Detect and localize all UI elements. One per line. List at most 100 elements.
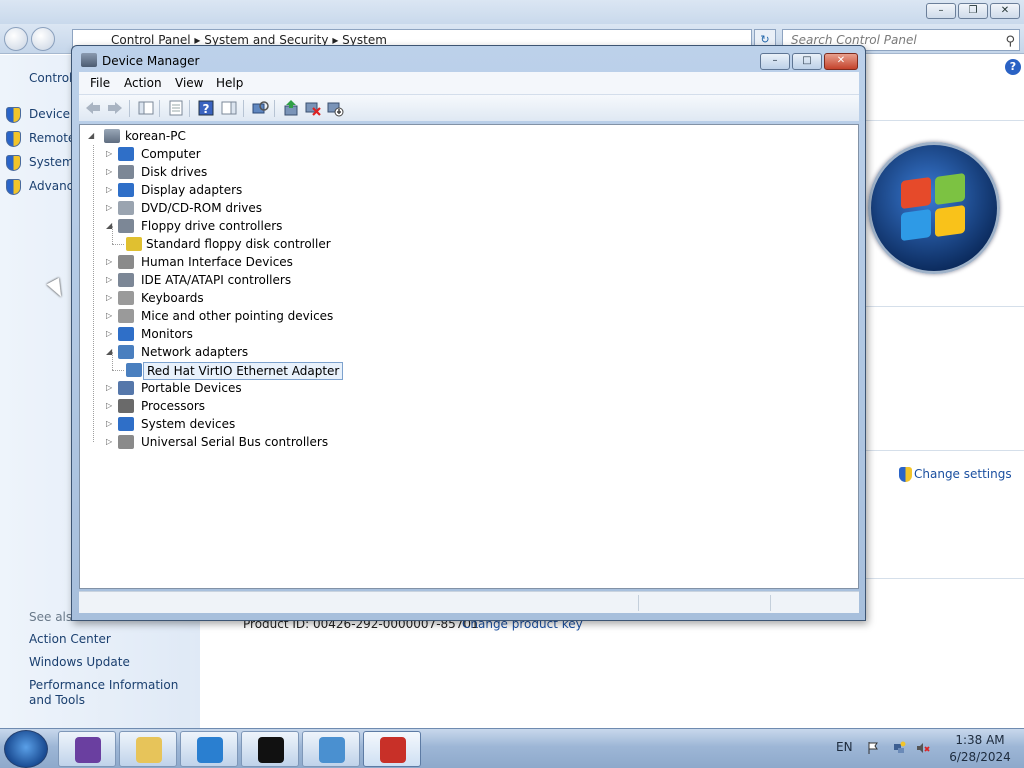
device-icon: [118, 219, 134, 233]
action-center-link[interactable]: Action Center: [29, 632, 111, 647]
toolbar: ?: [79, 94, 859, 121]
advanced-settings-link[interactable]: Advanc: [29, 179, 73, 193]
menu-help[interactable]: Help: [216, 76, 243, 90]
uninstall-device-icon[interactable]: [304, 99, 322, 117]
toolbar-separator: [189, 100, 190, 117]
tree-item-label: Keyboards: [141, 291, 204, 305]
disable-device-icon[interactable]: [326, 99, 344, 117]
window-title: Device Manager: [102, 54, 200, 68]
tree-item-label: Computer: [141, 147, 201, 161]
tree-item-label: Floppy drive controllers: [141, 219, 283, 233]
device-icon: [118, 399, 134, 413]
device-icon: [118, 309, 134, 323]
expand-arrow-icon[interactable]: ▷: [106, 307, 115, 325]
cp-close-button[interactable]: ✕: [990, 3, 1020, 19]
menu-bar: File Action View Help: [79, 72, 859, 94]
toolbox-icon: [380, 737, 406, 763]
device-icon: [126, 237, 142, 251]
forward-button[interactable]: [31, 27, 55, 51]
volume-muted-icon[interactable]: [916, 741, 930, 755]
device-icon: [118, 345, 134, 359]
tree-item-label: Red Hat VirtIO Ethernet Adapter: [143, 362, 344, 380]
cp-restore-button[interactable]: ❐: [958, 3, 988, 19]
action-pane-icon[interactable]: [220, 99, 238, 117]
system-protection-link[interactable]: System: [29, 155, 74, 169]
expand-arrow-icon[interactable]: ▷: [106, 271, 115, 289]
menu-view[interactable]: View: [175, 76, 203, 90]
show-hide-console-tree-icon[interactable]: [137, 99, 155, 117]
device-icon: [118, 417, 134, 431]
taskbar-button[interactable]: [180, 731, 238, 767]
taskbar-button[interactable]: [119, 731, 177, 767]
start-button[interactable]: [4, 730, 48, 768]
expand-arrow-icon[interactable]: ▷: [106, 181, 115, 199]
help-icon[interactable]: ?: [197, 99, 215, 117]
windows-update-link[interactable]: Windows Update: [29, 655, 130, 670]
toolbar-separator: [129, 100, 130, 117]
collapse-arrow-icon[interactable]: ◢: [88, 127, 97, 145]
action-center-flag-icon[interactable]: [866, 741, 880, 755]
performance-info-link[interactable]: Performance Information and Tools: [29, 678, 194, 708]
remote-settings-link[interactable]: Remote: [29, 131, 75, 145]
search-icon[interactable]: ⚲: [1005, 32, 1015, 52]
device-icon: [118, 273, 134, 287]
taskbar-button[interactable]: [363, 731, 421, 767]
clock-date[interactable]: 6/28/2024: [940, 750, 1020, 764]
control-panel-titlebar: – ❐ ✕: [0, 0, 1024, 24]
cp-minimize-button[interactable]: –: [926, 3, 956, 19]
scan-hardware-changes-icon[interactable]: [251, 99, 269, 117]
expand-arrow-icon[interactable]: ▷: [106, 253, 115, 271]
help-icon[interactable]: ?: [1005, 59, 1021, 75]
device-icon: [118, 255, 134, 269]
tree-item-label: System devices: [141, 417, 236, 431]
shield-icon: [899, 467, 912, 482]
expand-arrow-icon[interactable]: ▷: [106, 145, 115, 163]
taskbar-button[interactable]: [302, 731, 360, 767]
shield-icon: [6, 131, 21, 147]
collapse-arrow-icon[interactable]: ◢: [106, 217, 115, 235]
close-button[interactable]: ✕: [824, 53, 858, 70]
tree-item-label: Network adapters: [141, 345, 249, 359]
taskbar-button[interactable]: [58, 731, 116, 767]
status-separator: [770, 595, 771, 611]
device-icon: [118, 327, 134, 341]
tree-item-label: DVD/CD-ROM drives: [141, 201, 263, 215]
clock-time[interactable]: 1:38 AM: [940, 733, 1020, 747]
expand-arrow-icon[interactable]: ▷: [106, 289, 115, 307]
back-button[interactable]: [4, 27, 28, 51]
logo-flag-yellow: [935, 204, 965, 238]
maximize-button[interactable]: □: [792, 53, 822, 70]
collapse-arrow-icon[interactable]: ◢: [106, 343, 115, 361]
shield-icon: [6, 155, 21, 171]
menu-file[interactable]: File: [90, 76, 110, 90]
taskbar-button[interactable]: [241, 731, 299, 767]
expand-arrow-icon[interactable]: ▷: [106, 199, 115, 217]
menu-action[interactable]: Action: [124, 76, 162, 90]
minimize-button[interactable]: –: [760, 53, 790, 70]
status-separator: [638, 595, 639, 611]
expand-arrow-icon[interactable]: ▷: [106, 163, 115, 181]
update-driver-icon[interactable]: [282, 99, 300, 117]
internet-explorer-icon: [197, 737, 223, 763]
shield-icon: [6, 107, 21, 123]
tree-item-label: Processors: [141, 399, 206, 413]
toolbar-separator: [159, 100, 160, 117]
expand-arrow-icon[interactable]: ▷: [106, 379, 115, 397]
left-pane-title[interactable]: Control: [29, 71, 72, 85]
expand-arrow-icon[interactable]: ▷: [106, 415, 115, 433]
expand-arrow-icon[interactable]: ▷: [106, 397, 115, 415]
back-arrow-icon[interactable]: [84, 99, 102, 117]
language-indicator[interactable]: EN: [836, 740, 853, 754]
network-icon[interactable]: [892, 741, 906, 755]
expand-arrow-icon[interactable]: ▷: [106, 325, 115, 343]
expand-arrow-icon[interactable]: ▷: [106, 433, 115, 451]
properties-icon[interactable]: [167, 99, 185, 117]
tree-item-label: Display adapters: [141, 183, 243, 197]
tree-connector: [112, 370, 124, 371]
control-panel-icon: [319, 737, 345, 763]
tree-item-label: Disk drives: [141, 165, 208, 179]
change-settings-link[interactable]: Change settings: [914, 467, 1012, 481]
tree-connector: [112, 226, 113, 244]
device-icon: [118, 435, 134, 449]
forward-arrow-icon[interactable]: [106, 99, 124, 117]
